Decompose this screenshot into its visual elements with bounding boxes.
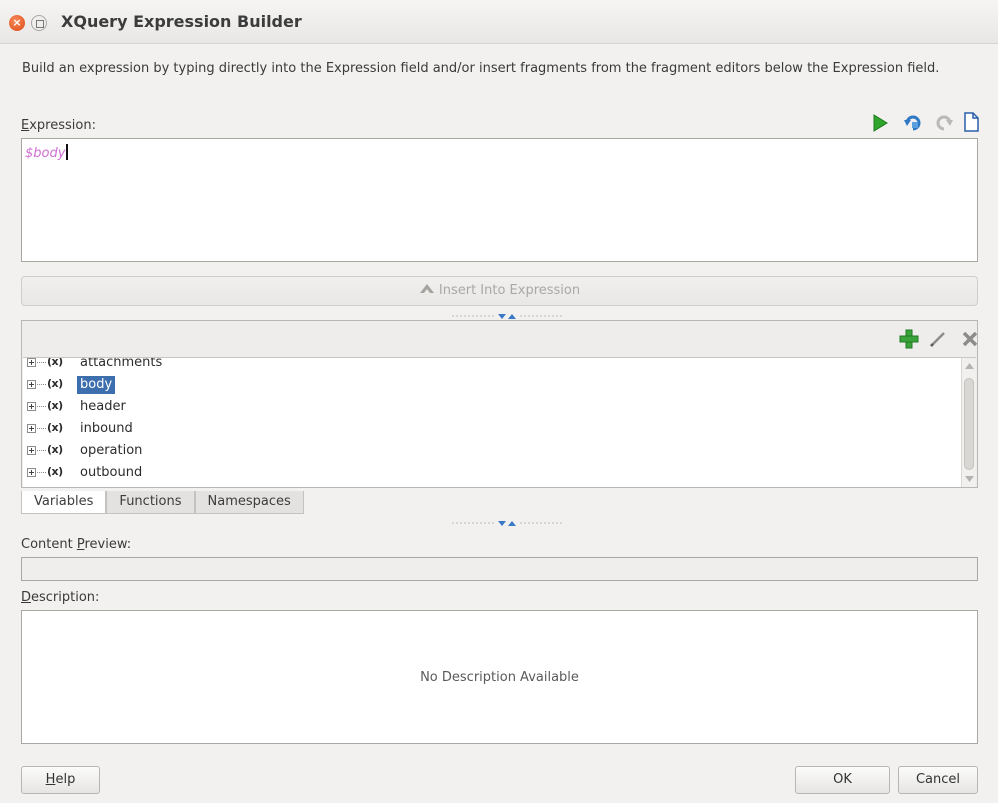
expand-icon[interactable] [27,358,36,367]
expression-text: $body [25,144,69,161]
variable-icon: (x) [47,465,63,478]
splitter-handle[interactable] [452,519,562,527]
variable-icon: (x) [47,377,63,390]
tree-item-label[interactable]: operation [77,442,145,460]
ok-button[interactable]: OK [795,766,890,794]
text-caret [66,144,69,160]
window-title: XQuery Expression Builder [61,12,302,31]
tree-row[interactable]: (x) body [23,374,963,396]
tree-connector [37,428,46,429]
cancel-button[interactable]: Cancel [898,766,978,794]
insert-into-expression-button[interactable]: Insert Into Expression [21,276,978,306]
tree-item-label[interactable]: attachments [77,358,165,372]
tree-connector [37,406,46,407]
tab-namespaces[interactable]: Namespaces [194,491,304,514]
tree-connector [37,384,46,385]
tree-row[interactable]: (x) operation [23,440,963,462]
tree-connector [37,450,46,451]
expand-icon[interactable] [27,380,36,389]
title-bar: × XQuery Expression Builder [0,0,998,44]
undo-icon[interactable] [903,113,923,133]
content-preview-field [21,557,978,581]
tree-item-label[interactable]: inbound [77,420,136,438]
tree-connector [37,362,46,363]
fragment-toolbar [22,321,980,357]
delete-icon[interactable] [960,329,980,349]
expand-icon[interactable] [27,468,36,477]
tree-row[interactable]: (x) inbound [23,418,963,440]
content-preview-label: Content Preview: [21,537,132,552]
variable-icon: (x) [47,421,63,434]
tree-item-label[interactable]: outbound [77,464,145,482]
variable-icon: (x) [47,443,63,456]
tab-variables[interactable]: Variables [21,491,107,514]
fragment-editor-panel: (x) attachments (x) body (x) header (x) … [21,320,978,488]
expand-icon[interactable] [27,446,36,455]
variable-icon: (x) [47,399,63,412]
tab-functions[interactable]: Functions [106,491,195,514]
tree-row[interactable]: (x) outbound [23,462,963,484]
vertical-scrollbar[interactable] [961,358,976,487]
variable-icon: (x) [47,357,63,368]
tree-item-label[interactable]: header [77,398,129,416]
run-icon[interactable] [870,113,890,133]
edit-icon[interactable] [928,329,948,349]
scroll-up-icon[interactable] [963,361,976,371]
new-document-icon[interactable] [961,112,981,132]
tree-row[interactable]: (x) header [23,396,963,418]
expand-icon[interactable] [27,402,36,411]
fragment-tabs: Variables Functions Namespaces [21,491,304,515]
description-box: No Description Available [21,610,978,744]
expand-icon[interactable] [27,424,36,433]
add-icon[interactable] [899,329,919,349]
variables-tree[interactable]: (x) attachments (x) body (x) header (x) … [23,357,976,487]
maximize-window-button[interactable] [31,15,47,31]
help-button[interactable]: Help [21,766,100,794]
expression-label: Expression: [21,118,96,133]
intro-text: Build an expression by typing directly i… [22,61,940,76]
scrollbar-thumb[interactable] [964,378,974,470]
scroll-down-icon[interactable] [963,474,976,484]
description-label: Description: [21,590,100,605]
close-window-button[interactable]: × [9,15,25,31]
description-text: No Description Available [420,669,579,685]
tree-item-label[interactable]: body [77,376,116,394]
expression-editor[interactable]: $body [21,138,978,262]
tree-row[interactable]: (x) attachments [23,357,963,374]
insert-into-expression-label: Insert Into Expression [438,283,581,298]
redo-icon[interactable] [934,113,954,133]
chevron-up-icon [419,284,434,293]
tree-connector [37,472,46,473]
splitter-handle[interactable] [452,312,562,320]
